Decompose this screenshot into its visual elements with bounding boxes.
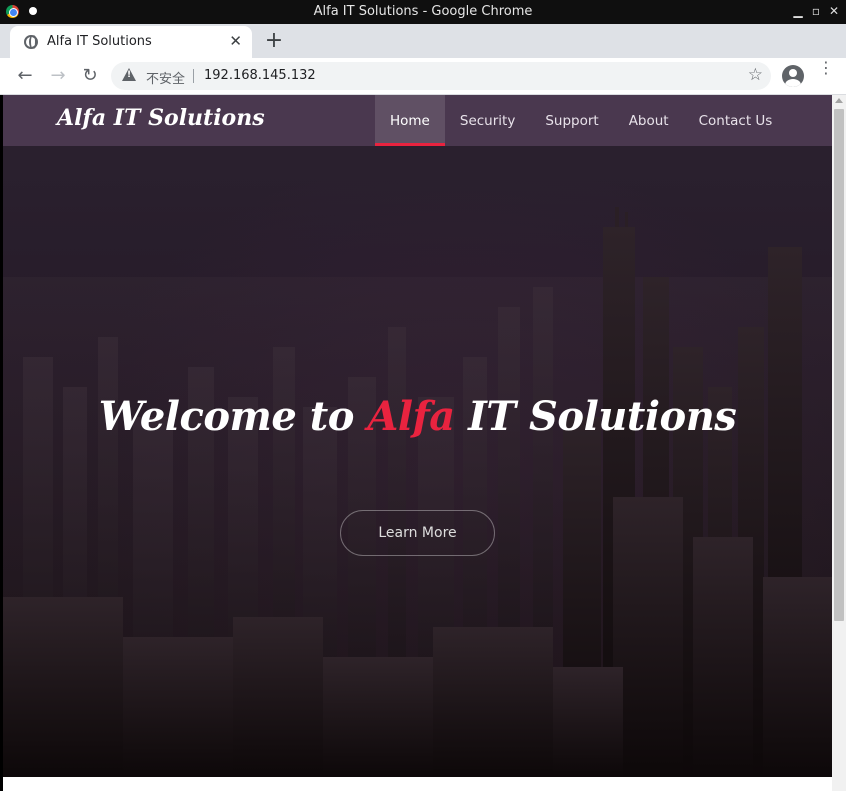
- bookmark-star-icon[interactable]: ☆: [748, 65, 763, 85]
- back-button[interactable]: ←: [13, 65, 37, 89]
- globe-icon: [24, 35, 38, 49]
- city-skyline-image: [3, 207, 832, 777]
- nav-security[interactable]: Security: [445, 95, 530, 146]
- url-text[interactable]: 192.168.145.132: [204, 68, 316, 83]
- reload-button[interactable]: ↻: [78, 65, 102, 89]
- warning-icon[interactable]: [122, 68, 136, 81]
- page-viewport: Alfa IT Solutions Home Security Support …: [3, 95, 832, 791]
- tab-strip: Alfa IT Solutions ✕ +: [0, 24, 846, 58]
- nav-about[interactable]: About: [614, 95, 684, 146]
- headline-suffix: IT Solutions: [454, 393, 737, 440]
- maximize-button[interactable]: ▫: [808, 3, 824, 19]
- window-titlebar: Alfa IT Solutions - Google Chrome ▁ ▫ ✕: [0, 0, 846, 24]
- minimize-button[interactable]: ▁: [790, 3, 806, 19]
- learn-more-button[interactable]: Learn More: [340, 510, 495, 556]
- menu-kebab-icon[interactable]: ⋮: [818, 60, 834, 76]
- nav-contact-us[interactable]: Contact Us: [684, 95, 788, 146]
- site-navbar: Alfa IT Solutions Home Security Support …: [3, 95, 832, 146]
- security-label[interactable]: 不安全: [146, 68, 185, 87]
- scroll-up-arrow-icon[interactable]: [835, 98, 843, 103]
- new-tab-button[interactable]: +: [262, 28, 286, 53]
- scrollbar-thumb[interactable]: [834, 109, 844, 621]
- omnibox-divider: [193, 69, 194, 83]
- profile-avatar-icon[interactable]: [782, 65, 804, 87]
- address-bar[interactable]: 不安全 192.168.145.132 ☆: [111, 62, 771, 90]
- site-brand-logo[interactable]: Alfa IT Solutions: [57, 105, 265, 131]
- nav-home[interactable]: Home: [375, 95, 445, 146]
- browser-toolbar: ← → ↻ 不安全 192.168.145.132 ☆ ⋮: [0, 58, 846, 95]
- headline-accent: Alfa: [367, 393, 455, 440]
- tab-title: Alfa IT Solutions: [47, 34, 152, 49]
- hero-headline: Welcome to Alfa IT Solutions: [3, 393, 832, 440]
- page-scrollbar[interactable]: [832, 95, 846, 791]
- browser-tab[interactable]: Alfa IT Solutions ✕: [10, 26, 252, 58]
- tab-close-icon[interactable]: ✕: [229, 32, 242, 50]
- headline-prefix: Welcome to: [98, 393, 368, 440]
- nav-support[interactable]: Support: [530, 95, 613, 146]
- forward-button[interactable]: →: [46, 65, 70, 89]
- window-title: Alfa IT Solutions - Google Chrome: [313, 4, 533, 19]
- window-close-button[interactable]: ✕: [826, 3, 842, 19]
- site-nav-links: Home Security Support About Contact Us: [375, 95, 787, 146]
- hero-section: Alfa IT Solutions Home Security Support …: [3, 95, 832, 777]
